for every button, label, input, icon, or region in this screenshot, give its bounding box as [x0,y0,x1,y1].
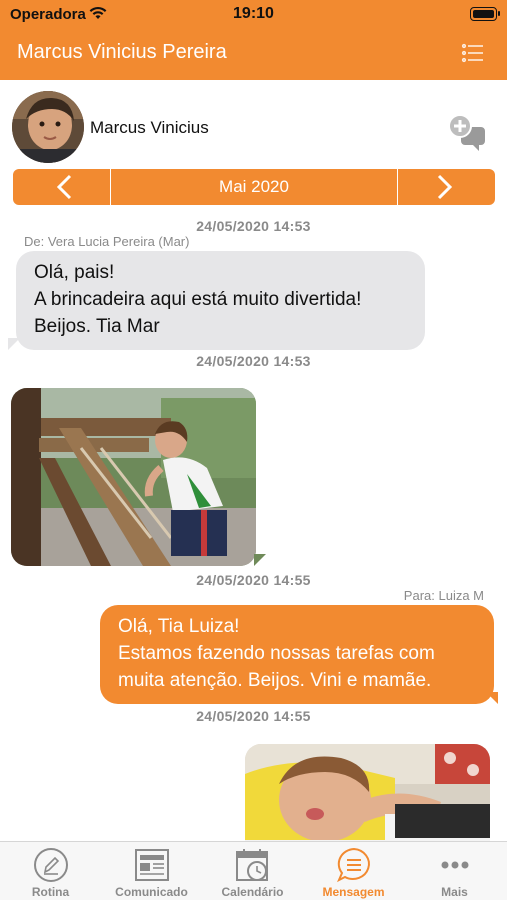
chat-plus-icon[interactable] [447,113,487,153]
message-timestamp: 24/05/2020 14:55 [196,572,311,588]
month-selector: Mai 2020 [13,169,495,205]
tab-label: Calendário [221,885,284,899]
message-bubble-outgoing[interactable]: Olá, Tia Luiza! Estamos fazendo nossas t… [100,605,494,704]
message-sender: De: Vera Lucia Pereira (Mar) [24,234,190,249]
message-line: Beijos. Tia Mar [34,316,160,337]
tab-mensagem[interactable]: Mensagem [303,842,404,900]
tab-mais[interactable]: Mais [404,842,505,900]
child-header: Marcus Vinicius [0,80,507,166]
status-bar: Operadora 19:10 [0,0,507,28]
bubble-tail [486,692,498,704]
message-list[interactable]: 24/05/2020 14:53 De: Vera Lucia Pereira … [0,208,507,841]
tab-label: Mais [441,885,468,899]
chevron-right-icon [437,174,453,200]
message-bubble-incoming[interactable]: Olá, pais! A brincadeira aqui está muito… [16,251,425,350]
pencil-circle-icon [34,848,68,882]
message-photo-homework[interactable] [245,744,490,841]
tab-label: Rotina [31,885,70,899]
battery-icon [470,7,500,21]
avatar[interactable] [12,91,84,163]
child-name: Marcus Vinicius [90,118,209,137]
message-line: muita atenção. Beijos. Vini e mamãe. [118,670,432,691]
next-month-button[interactable] [397,169,495,205]
message-timestamp: 24/05/2020 14:53 [196,353,311,369]
message-line: A brincadeira aqui está muito divertida! [34,289,362,310]
message-line: Estamos fazendo nossas tarefas com [118,643,435,664]
message-timestamp: 24/05/2020 14:53 [196,218,311,234]
message-lines-icon [337,847,370,883]
previous-month-button[interactable] [13,169,111,205]
message-recipient: Para: Luiza M [403,588,484,603]
message-line: Olá, Tia Luiza! [118,616,240,637]
battery-level [473,10,494,18]
tab-rotina[interactable]: Rotina [0,842,101,900]
chevron-left-icon [56,174,72,200]
tab-calendario[interactable]: Calendário [202,842,303,900]
message-photo-playground[interactable] [11,388,256,566]
tab-label: Comunicado [115,885,188,899]
more-dots-icon [441,861,469,869]
newspaper-icon [135,849,169,881]
tab-label: Mensagem [322,885,385,899]
current-month-label: Mai 2020 [219,177,289,196]
message-line: Olá, pais! [34,262,115,283]
clock: 19:10 [233,5,274,22]
calendar-clock-icon [236,849,268,881]
bubble-tail [254,554,266,566]
list-icon[interactable] [461,42,485,64]
page-title: Marcus Vinicius Pereira [17,41,227,63]
bubble-tail [8,338,20,350]
tab-bar: Rotina Comunicado Calendário Mensagem Ma… [0,841,507,900]
navigation-bar: Marcus Vinicius Pereira [0,28,507,80]
message-timestamp: 24/05/2020 14:55 [196,708,311,724]
tab-comunicado[interactable]: Comunicado [101,842,202,900]
